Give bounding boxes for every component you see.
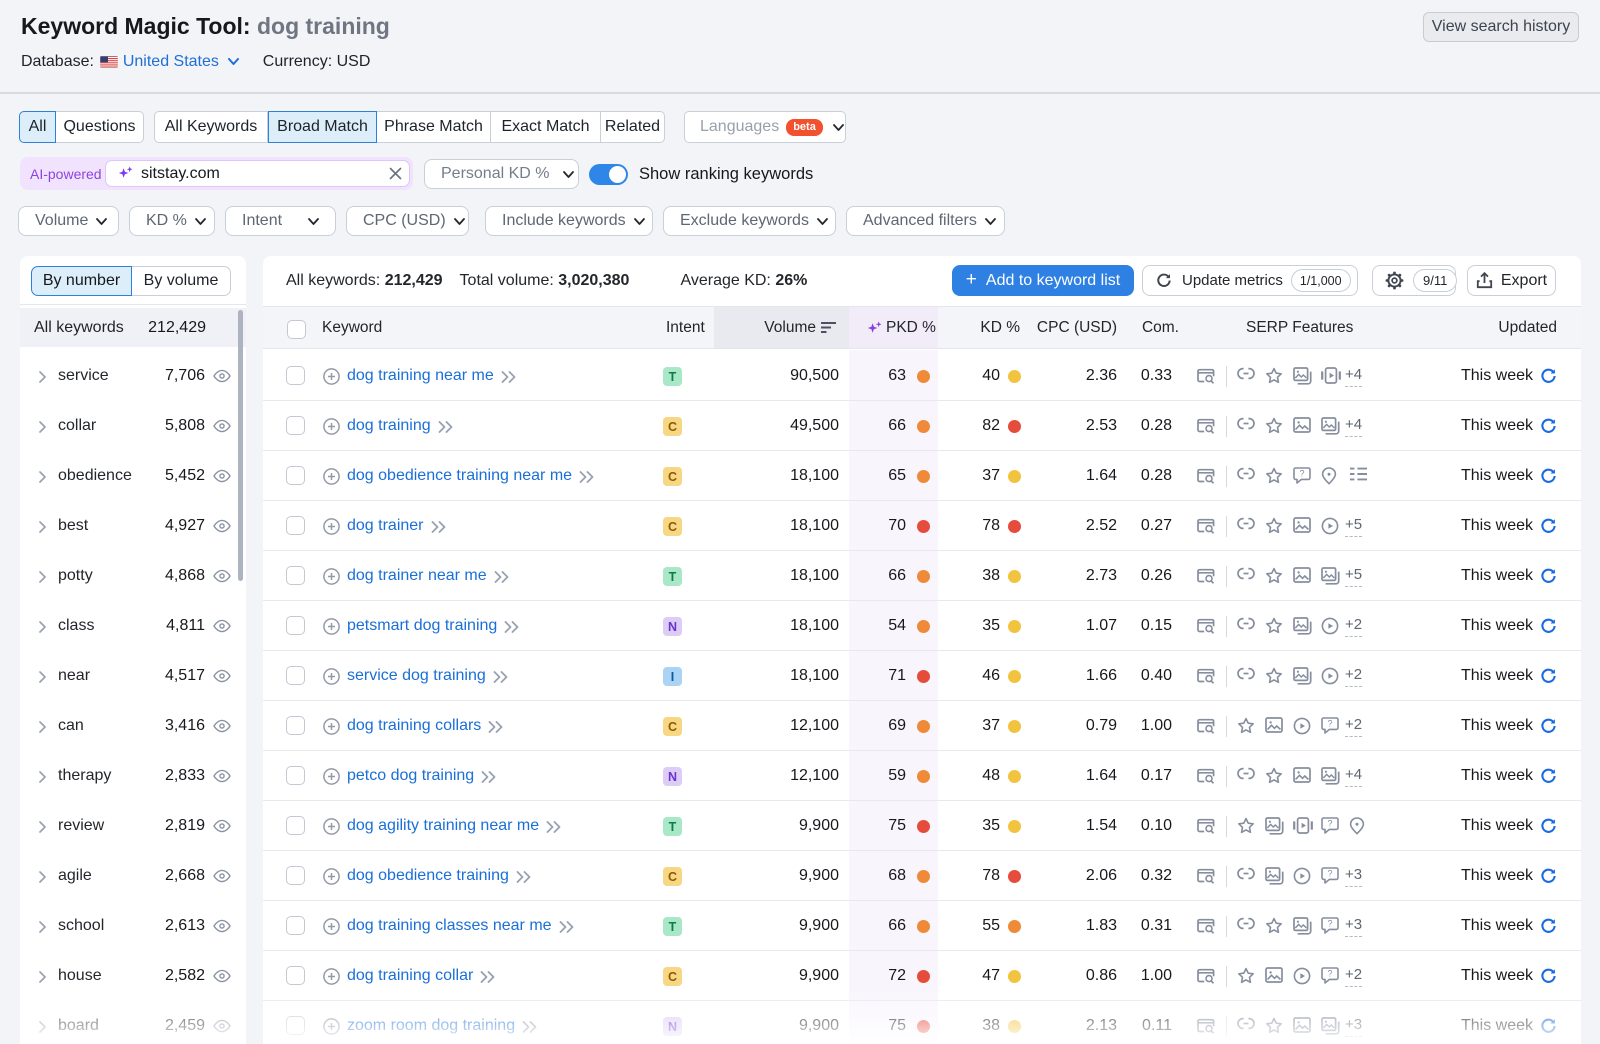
svg-text:?: ? [1299,469,1304,479]
svg-text:?: ? [1327,969,1332,979]
svg-text:?: ? [1327,819,1332,829]
svg-text:?: ? [1327,719,1332,729]
svg-text:?: ? [1327,869,1332,879]
svg-text:?: ? [1327,919,1332,929]
